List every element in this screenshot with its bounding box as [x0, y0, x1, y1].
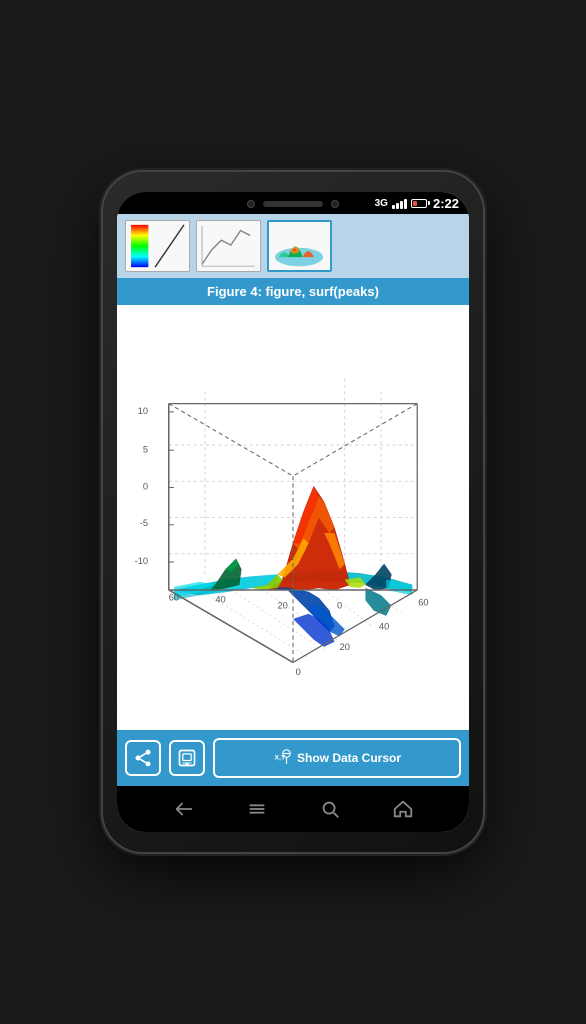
phone-screen: 3G 2:22 [117, 192, 469, 832]
thumbnail-strip [117, 214, 469, 278]
signal-bars [392, 197, 407, 209]
search-button[interactable] [315, 794, 345, 824]
x-label-20: 20 [277, 601, 287, 611]
signal-bar-2 [396, 203, 399, 209]
front-camera-right [331, 200, 339, 208]
front-camera [247, 200, 255, 208]
app-screen: 3G 2:22 [117, 192, 469, 832]
bottom-toolbar: X,Y Show Data Cursor [117, 730, 469, 786]
thumbnail-3-canvas [269, 222, 330, 270]
x-label-60: 60 [169, 592, 179, 602]
menu-button[interactable] [242, 794, 272, 824]
cursor-button-label: Show Data Cursor [297, 751, 401, 765]
show-data-cursor-button[interactable]: X,Y Show Data Cursor [213, 738, 461, 778]
menu-icon [246, 798, 268, 820]
z-label-5: 5 [143, 444, 148, 454]
android-nav-bar [117, 786, 469, 832]
thumbnail-1-canvas [126, 221, 189, 271]
z-label-neg10: -10 [135, 556, 148, 566]
thumbnail-3[interactable] [267, 220, 332, 272]
z-label-0: 0 [143, 482, 148, 492]
z-label-neg5: -5 [140, 518, 148, 528]
surf-plot-svg: 10 5 0 -5 -10 60 40 20 0 [117, 305, 469, 730]
battery-icon [411, 199, 427, 208]
figure-title: Figure 4: figure, surf(peaks) [117, 278, 469, 305]
signal-bar-4 [404, 199, 407, 209]
svg-text:X,Y: X,Y [274, 755, 285, 762]
speaker-grill [263, 201, 323, 207]
plot-area[interactable]: 10 5 0 -5 -10 60 40 20 0 [117, 305, 469, 730]
back-button[interactable] [169, 794, 199, 824]
z-label-10: 10 [138, 406, 148, 416]
battery-fill [413, 201, 417, 206]
x-label-40: 40 [215, 594, 225, 604]
cursor-icon: X,Y [273, 749, 291, 767]
thumbnail-2-canvas [197, 221, 260, 271]
figure-title-text: Figure 4: figure, surf(peaks) [207, 284, 379, 299]
phone-frame: 3G 2:22 [103, 172, 483, 852]
search-icon [319, 798, 341, 820]
home-icon [392, 798, 414, 820]
signal-bar-3 [400, 201, 403, 209]
clock: 2:22 [433, 196, 459, 211]
y-label-40: 40 [379, 621, 389, 631]
view-icon [177, 748, 197, 768]
y-label-20: 20 [340, 642, 350, 652]
y-label-0: 0 [296, 667, 301, 677]
share-icon [133, 748, 153, 768]
thumbnail-2[interactable] [196, 220, 261, 272]
home-button[interactable] [388, 794, 418, 824]
y-label-60: 60 [418, 598, 428, 608]
phone-hardware-top [247, 200, 339, 208]
thumbnail-1[interactable] [125, 220, 190, 272]
signal-bar-1 [392, 205, 395, 209]
view-button[interactable] [169, 740, 205, 776]
back-icon [173, 798, 195, 820]
x-label-0: 0 [337, 601, 342, 611]
share-button[interactable] [125, 740, 161, 776]
network-label: 3G [375, 198, 388, 209]
